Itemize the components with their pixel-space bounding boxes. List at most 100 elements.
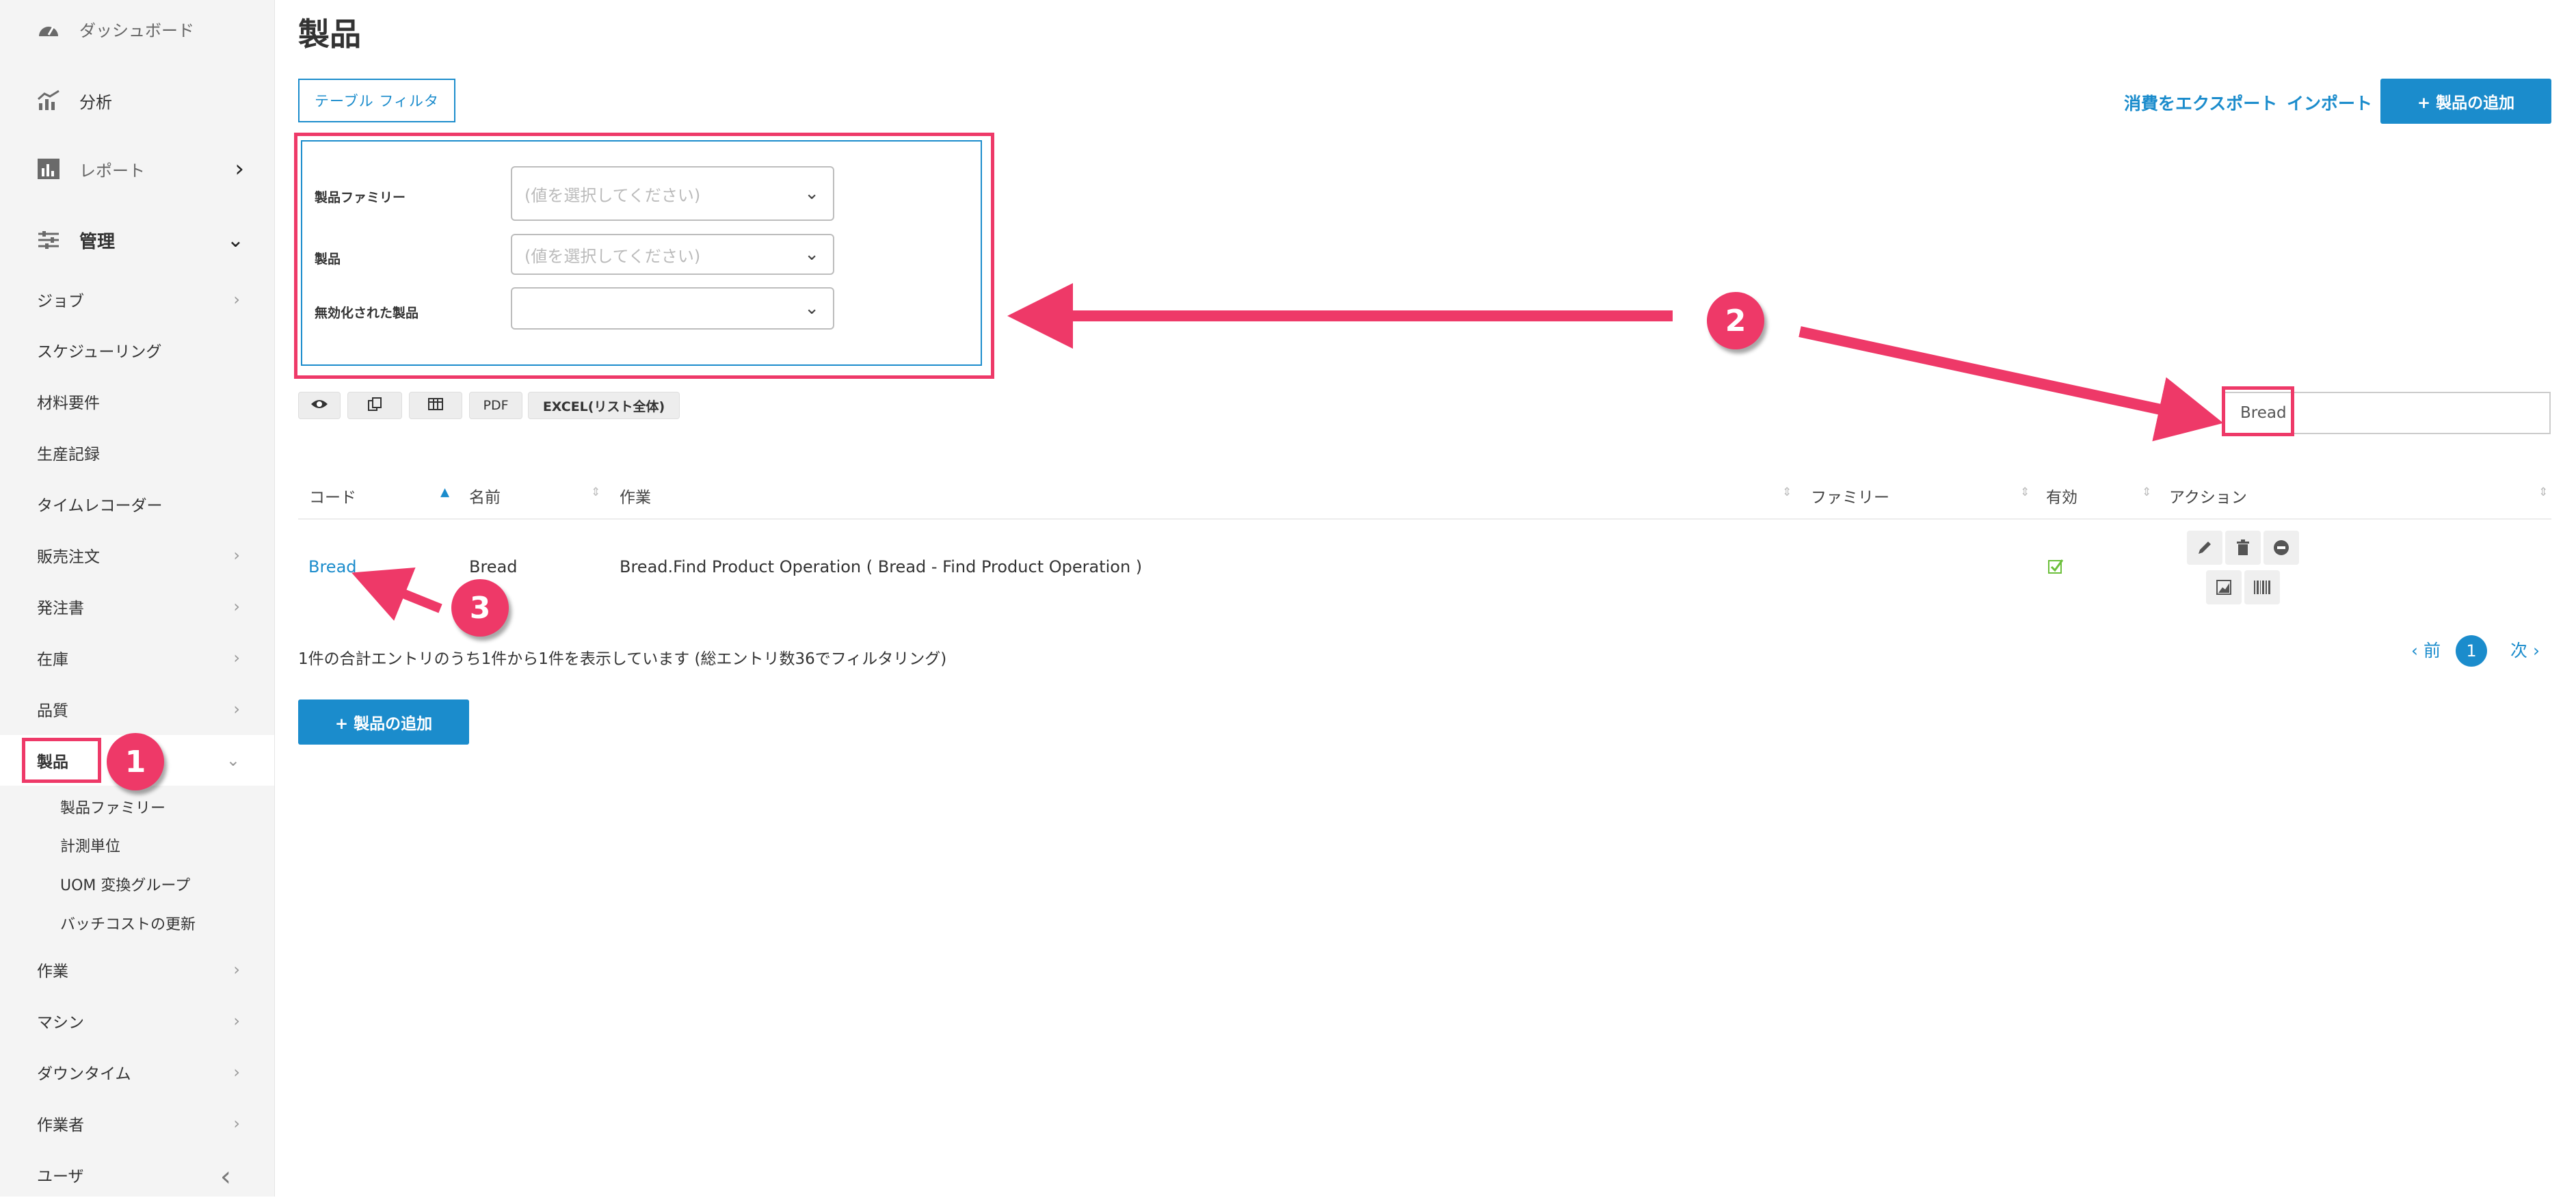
sidebar-item-label: レポート bbox=[79, 161, 145, 181]
chevron-right-icon: › bbox=[233, 546, 240, 565]
sidebar-item-label: 材料要件 bbox=[37, 395, 100, 412]
sidebar-item-users[interactable]: ユーザ bbox=[0, 1149, 274, 1200]
sidebar-subitem-uom-groups[interactable]: UOM 変換グループ bbox=[60, 873, 190, 895]
sidebar-item-reports[interactable]: レポート › bbox=[0, 138, 274, 200]
annotation-highlight-search bbox=[2222, 386, 2294, 436]
sort-icon[interactable]: ⇕ bbox=[2020, 485, 2030, 499]
chevron-down-icon: ⌄ bbox=[226, 228, 244, 252]
sidebar-item-analytics[interactable]: 分析 bbox=[0, 70, 274, 131]
annotation-badge-1: 1 bbox=[107, 733, 164, 790]
pagination-page[interactable]: 1 bbox=[2456, 635, 2487, 667]
column-header-actions: アクション bbox=[2169, 489, 2247, 507]
sidebar-item-label: 作業 bbox=[37, 963, 68, 981]
sidebar-item-label: 生産記録 bbox=[37, 446, 100, 464]
column-header-operation[interactable]: 作業 bbox=[620, 484, 651, 507]
product-code-link[interactable]: Bread bbox=[308, 557, 357, 576]
csv-button[interactable] bbox=[409, 392, 462, 419]
sidebar-item-scheduling[interactable]: スケジューリング bbox=[0, 325, 274, 375]
chevron-right-icon: › bbox=[233, 699, 240, 719]
sidebar-item-sales-orders[interactable]: 販売注文 › bbox=[0, 530, 274, 581]
chevron-right-icon: › bbox=[233, 960, 240, 979]
product-operation: Bread.Find Product Operation ( Bread - F… bbox=[620, 557, 1143, 576]
column-visibility-button[interactable] bbox=[298, 392, 341, 419]
sidebar-item-label: マシン bbox=[37, 1014, 84, 1032]
pagination-next[interactable]: 次 › bbox=[2510, 637, 2540, 662]
column-header-name[interactable]: 名前 bbox=[469, 484, 501, 507]
sidebar-item-label: ユーザ bbox=[37, 1168, 84, 1186]
export-consumption-link[interactable]: 消費をエクスポート bbox=[2124, 90, 2277, 115]
sidebar-item-label: 発注書 bbox=[37, 600, 84, 617]
barcode-icon[interactable] bbox=[2244, 570, 2280, 604]
sidebar-item-operations[interactable]: 作業 › bbox=[0, 944, 274, 995]
sidebar-item-purchase-orders[interactable]: 発注書 › bbox=[0, 581, 274, 632]
sidebar-item-label: 販売注文 bbox=[37, 548, 100, 566]
pagination-prev[interactable]: ‹ 前 bbox=[2411, 637, 2441, 662]
sort-icon[interactable]: ⇕ bbox=[2142, 485, 2151, 499]
import-link[interactable]: インポート bbox=[2287, 90, 2372, 115]
edit-icon[interactable] bbox=[2187, 531, 2222, 565]
table-header-divider bbox=[298, 518, 2551, 520]
sort-icon[interactable]: ⇕ bbox=[591, 485, 600, 499]
analytics-icon bbox=[34, 86, 63, 115]
sidebar: ダッシュボード 分析 レポート › 管理 ⌄ ジョブ › スケジューリング 材料… bbox=[0, 0, 275, 1197]
chevron-right-icon: › bbox=[233, 1114, 240, 1133]
sidebar-item-label: ジョブ bbox=[37, 293, 84, 310]
sidebar-item-machines[interactable]: マシン › bbox=[0, 996, 274, 1046]
pdf-button[interactable]: PDF bbox=[469, 392, 522, 419]
annotation-highlight-filter bbox=[294, 133, 994, 379]
check-icon bbox=[2047, 558, 2064, 578]
sidebar-item-quality[interactable]: 品質 › bbox=[0, 684, 274, 734]
sidebar-item-downtime[interactable]: ダウンタイム › bbox=[0, 1047, 274, 1097]
chevron-down-icon: ⌄ bbox=[226, 751, 240, 770]
dashboard-icon bbox=[34, 14, 63, 43]
sidebar-item-time-recorder[interactable]: タイムレコーダー bbox=[0, 479, 274, 529]
sidebar-item-admin[interactable]: 管理 ⌄ bbox=[0, 209, 274, 271]
admin-icon bbox=[34, 226, 63, 254]
sidebar-subitem-units[interactable]: 計測単位 bbox=[60, 834, 120, 856]
sidebar-item-material-requirements[interactable]: 材料要件 bbox=[0, 376, 274, 427]
copy-button[interactable] bbox=[347, 392, 402, 419]
sidebar-subitem-product-families[interactable]: 製品ファミリー bbox=[60, 796, 165, 818]
column-header-active[interactable]: 有効 bbox=[2046, 484, 2077, 507]
sort-icon[interactable]: ⇕ bbox=[2538, 485, 2548, 499]
sidebar-item-label: 管理 bbox=[79, 231, 116, 252]
chevron-right-icon: › bbox=[233, 290, 240, 309]
trash-icon[interactable] bbox=[2225, 531, 2261, 565]
sidebar-item-label: 品質 bbox=[37, 702, 68, 720]
column-header-code[interactable]: コード bbox=[309, 484, 356, 507]
add-product-button-bottom[interactable]: + 製品の追加 bbox=[298, 699, 469, 745]
sidebar-item-workers[interactable]: 作業者 › bbox=[0, 1098, 274, 1149]
reports-icon bbox=[34, 155, 63, 183]
sort-icon[interactable]: ⇕ bbox=[1782, 485, 1792, 499]
sidebar-item-production-records[interactable]: 生産記録 bbox=[0, 427, 274, 478]
sidebar-item-jobs[interactable]: ジョブ › bbox=[0, 274, 274, 325]
chevron-right-icon: › bbox=[233, 597, 240, 616]
chevron-right-icon: › bbox=[235, 155, 244, 183]
sort-asc-icon[interactable]: ▲ bbox=[440, 485, 449, 499]
sidebar-item-label: ダウンタイム bbox=[37, 1065, 131, 1083]
sidebar-item-label: 在庫 bbox=[37, 651, 68, 669]
disable-icon[interactable] bbox=[2263, 531, 2299, 565]
table-filter-button[interactable]: テーブル フィルタ bbox=[298, 79, 455, 122]
eye-icon bbox=[310, 398, 328, 414]
chevron-right-icon: › bbox=[233, 1063, 240, 1082]
sidebar-item-inventory[interactable]: 在庫 › bbox=[0, 632, 274, 683]
sidebar-item-label: 分析 bbox=[79, 92, 112, 112]
annotation-badge-3: 3 bbox=[451, 579, 509, 637]
annotation-highlight-products bbox=[22, 738, 101, 783]
add-product-button[interactable]: + 製品の追加 bbox=[2380, 79, 2551, 124]
column-header-family[interactable]: ファミリー bbox=[1811, 484, 1889, 507]
annotation-badge-2: 2 bbox=[1707, 292, 1764, 349]
chevron-right-icon: › bbox=[233, 1011, 240, 1030]
sidebar-item-dashboard[interactable]: ダッシュボード bbox=[0, 0, 274, 57]
excel-button[interactable]: EXCEL(リスト全体) bbox=[528, 392, 680, 419]
table-info: 1件の合計エントリのうち1件から1件を表示しています (総エントリ数36でフィル… bbox=[298, 650, 947, 668]
collapse-sidebar-icon[interactable]: ‹ bbox=[220, 1161, 231, 1192]
sidebar-item-label: タイムレコーダー bbox=[37, 497, 163, 515]
copy-icon bbox=[367, 397, 382, 415]
chart-icon[interactable] bbox=[2206, 570, 2242, 604]
sidebar-item-label: スケジューリング bbox=[37, 343, 162, 361]
chevron-right-icon: › bbox=[233, 648, 240, 667]
sidebar-subitem-batch-cost[interactable]: バッチコストの更新 bbox=[60, 912, 196, 934]
sidebar-item-label: 作業者 bbox=[37, 1117, 84, 1134]
